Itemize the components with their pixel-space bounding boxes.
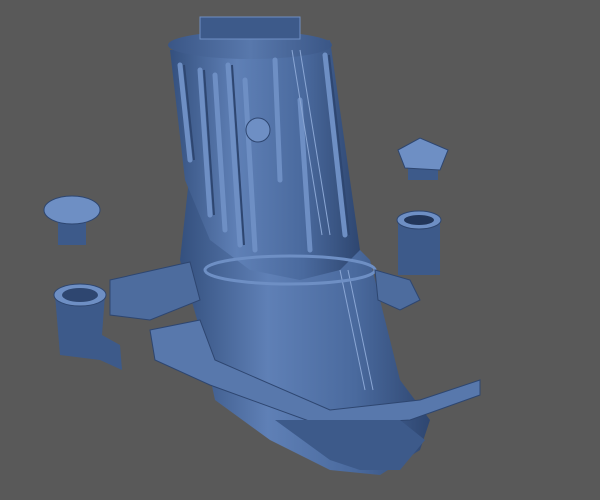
searchlight [245, 117, 271, 143]
top-grille [199, 16, 301, 40]
right-stack [396, 210, 442, 275]
render-viewport [0, 0, 600, 500]
